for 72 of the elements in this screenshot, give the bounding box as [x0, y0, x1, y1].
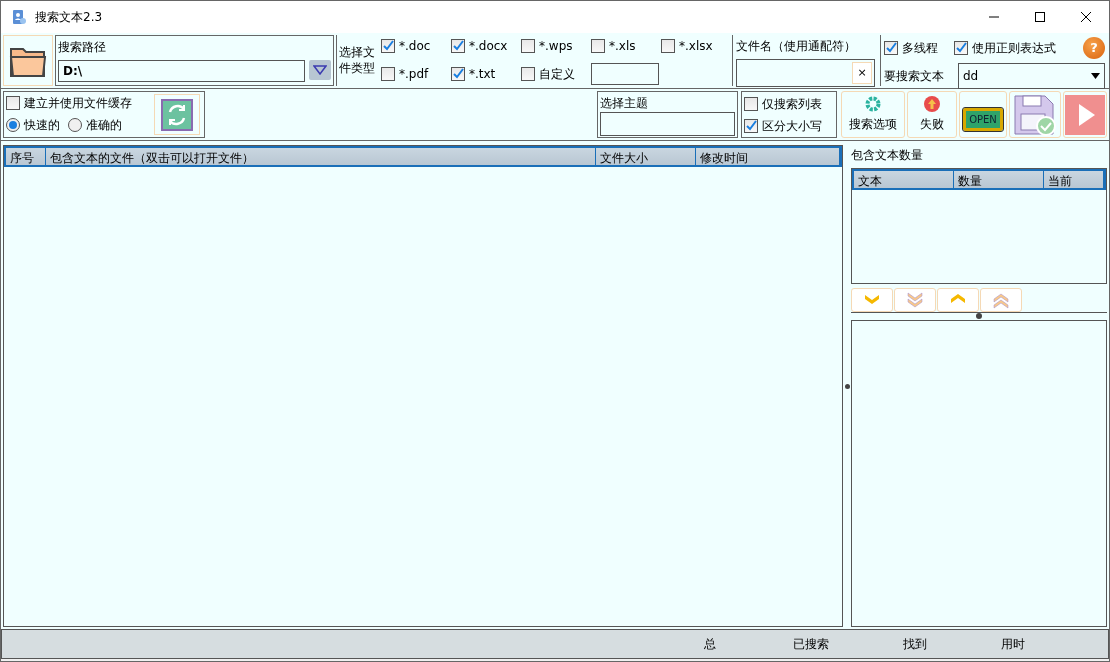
- theme-select[interactable]: [600, 112, 735, 136]
- checkbox[interactable]: [451, 66, 465, 81]
- checkbox[interactable]: [591, 38, 605, 53]
- gear-icon: [865, 96, 881, 112]
- warning-icon: [924, 96, 940, 112]
- checkbox[interactable]: [954, 41, 968, 55]
- option-label: 使用正则表达式: [972, 40, 1056, 57]
- option-label: 多线程: [902, 40, 938, 57]
- app-icon: [11, 9, 27, 25]
- radio-button[interactable]: [68, 118, 82, 132]
- column-header[interactable]: 数量: [954, 171, 1044, 188]
- path-dropdown-button[interactable]: [309, 60, 331, 80]
- path-label: 搜索路径: [58, 39, 106, 56]
- status-label: 找到: [903, 636, 928, 653]
- custom-type-field[interactable]: [591, 62, 659, 85]
- checkbox[interactable]: [451, 38, 465, 53]
- count-panel-title: 包含文本数量: [851, 147, 924, 164]
- file-type-label: 自定义: [539, 65, 575, 83]
- checkbox[interactable]: [661, 38, 675, 53]
- column-header[interactable]: 文件大小: [595, 148, 697, 165]
- theme-label: 选择主题: [600, 95, 649, 112]
- column-header[interactable]: 序号: [6, 148, 46, 165]
- column-header[interactable]: 当前: [1044, 171, 1104, 188]
- play-icon: [1065, 94, 1105, 135]
- file-type-label: *.wps: [539, 37, 573, 55]
- splitter-handle[interactable]: [844, 383, 850, 389]
- file-type-label: *.xlsx: [679, 37, 713, 55]
- toolbar-button[interactable]: 搜索选项: [841, 91, 905, 138]
- file-type-label: *.doc: [399, 37, 431, 55]
- clear-button[interactable]: ×: [852, 62, 872, 84]
- maximize-icon: [1035, 12, 1045, 22]
- checkbox[interactable]: [744, 96, 758, 111]
- open-sign-button[interactable]: OPEN: [959, 91, 1007, 138]
- dropdown-arrow-icon: [1091, 73, 1100, 79]
- checkbox[interactable]: [6, 96, 20, 110]
- radio-button[interactable]: [6, 118, 20, 132]
- mode-label: 准确的: [86, 117, 122, 134]
- checkbox[interactable]: [884, 41, 898, 55]
- filename-field[interactable]: ×: [736, 59, 875, 87]
- path-field[interactable]: D:\: [58, 60, 305, 82]
- checkbox[interactable]: [521, 66, 535, 81]
- window-title: 搜索文本2.3: [35, 9, 103, 26]
- refresh-button[interactable]: [154, 94, 200, 135]
- folder-button[interactable]: [3, 35, 53, 86]
- file-type-label: *.xls: [609, 37, 636, 55]
- splitter-handle[interactable]: [976, 313, 982, 319]
- search-text-label: 要搜索文本: [884, 68, 945, 85]
- flag-label: 区分大小写: [762, 117, 822, 135]
- file-type-label: *.pdf: [399, 65, 429, 83]
- status-label: 已搜索: [793, 636, 830, 653]
- double-chevron-down-icon: [905, 291, 925, 309]
- column-header[interactable]: 包含文本的文件（双击可以打开文件）: [45, 148, 596, 165]
- file-type-label: *.docx: [469, 37, 508, 55]
- file-type-label: 选择文件类型: [339, 44, 376, 77]
- open-sign: OPEN: [963, 108, 1003, 131]
- checkbox[interactable]: [744, 118, 758, 133]
- double-chevron-up-icon: [991, 291, 1011, 309]
- checkbox[interactable]: [381, 66, 395, 81]
- search-text-combo[interactable]: dd: [958, 63, 1105, 89]
- filename-label: 文件名（使用通配符）: [736, 38, 857, 55]
- checkbox[interactable]: [521, 38, 535, 53]
- column-header[interactable]: 修改时间: [696, 148, 840, 165]
- file-type-label: *.txt: [469, 65, 496, 83]
- close-icon: [1081, 12, 1091, 22]
- status-label: 用时: [1001, 636, 1026, 653]
- status-label: 总: [704, 636, 717, 653]
- cache-label: 建立并使用文件缓存: [24, 95, 132, 112]
- column-header[interactable]: 文本: [854, 171, 954, 188]
- flag-label: 仅搜索列表: [762, 95, 822, 113]
- checkbox[interactable]: [381, 38, 395, 53]
- toolbar-button[interactable]: 失败: [907, 91, 957, 138]
- mode-label: 快速的: [24, 117, 60, 134]
